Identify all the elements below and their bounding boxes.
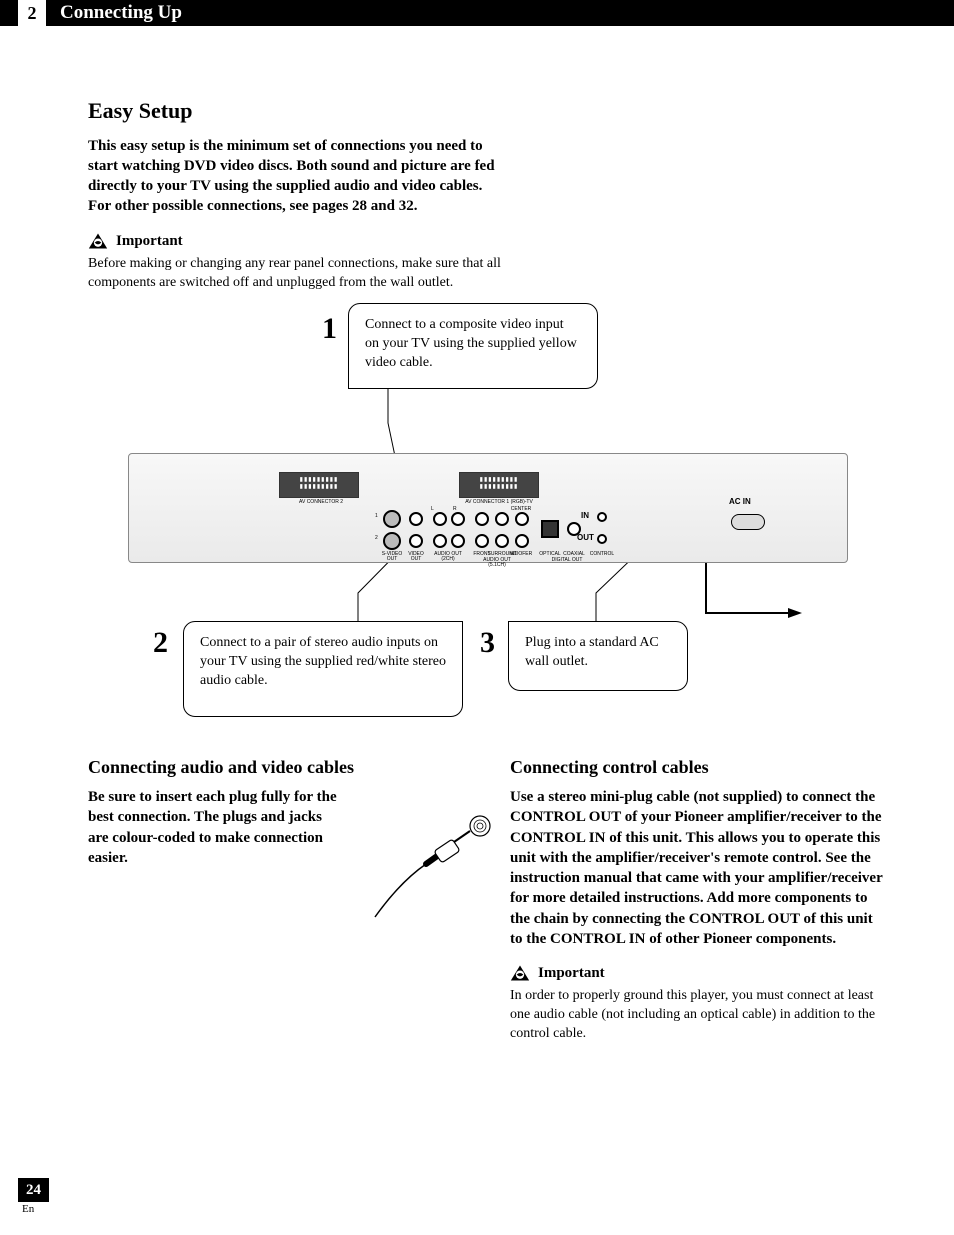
label-center: CENTER [509,507,533,512]
intro-page-ref: pages 28 and 32. [312,198,417,214]
label-av2: AV CONNECTOR 2 [281,500,361,505]
label-woofer: WOOFER [509,552,533,557]
audio2ch-l2 [433,534,447,548]
svideo-jack-1 [383,510,401,528]
optical-out [541,520,559,538]
important-text: Before making or changing any rear panel… [88,255,528,293]
front-l [475,512,489,526]
rca-plug-illustration [370,812,500,922]
control-out [597,534,607,544]
scart-connector-2: ▮▮▮▮▮▮▮▮▮▮▮▮▮▮▮▮▮▮ [279,472,359,498]
left-heading: Connecting audio and video cables [88,755,462,779]
audio2ch-l [433,512,447,526]
rb2: of your Pioneer amplifier/receiver to th… [621,809,881,825]
audio2ch-r [451,512,465,526]
chapter-title: Connecting Up [60,0,182,26]
label-audio51: AUDIO OUT (5.1CH) [475,558,519,568]
section-intro: This easy setup is the minimum set of co… [88,136,508,217]
intro-text: This easy setup is the minimum set of co… [88,138,495,215]
callout-1-number: 1 [322,309,337,350]
label-audio2ch: AUDIO OUT (2CH) [429,552,467,562]
right-body: Use a stereo mini-plug cable (not suppli… [510,787,884,949]
important-label-2: Important [538,963,605,983]
label-l1: L [431,507,434,512]
label-row2: 2 [375,536,378,541]
label-coaxial: COAXIAL [561,552,587,557]
device-rear-panel: ▮▮▮▮▮▮▮▮▮▮▮▮▮▮▮▮▮▮ AV CONNECTOR 2 ▮▮▮▮▮▮… [128,453,848,563]
rb-co: CONTROL OUT [510,809,621,825]
label-acin: AC IN [729,498,751,506]
page-footer: 24 En [18,1178,49,1217]
surround-l [495,512,509,526]
setup-diagram: 1 Connect to a composite video input on … [88,303,884,743]
label-av1: AV CONNECTOR 1 (RGB)-TV [451,500,547,505]
label-r1: R [453,507,457,512]
page-number: 24 [18,1178,49,1202]
video-out-1 [409,512,423,526]
label-in: IN [581,512,589,520]
rb-co2: CONTROL OUT [689,911,800,927]
callout-2: Connect to a pair of stereo audio inputs… [183,621,463,717]
right-heading: Connecting control cables [510,755,884,779]
warning-icon [88,232,108,250]
audio2ch-r2 [451,534,465,548]
control-in [597,512,607,522]
surround-r [495,534,509,548]
label-row1: 1 [375,514,378,519]
front-r [475,534,489,548]
callout-2-number: 2 [153,623,168,664]
label-optical: OPTICAL [537,552,563,557]
warning-icon [510,964,530,982]
chapter-header: 2 Connecting Up [0,0,954,26]
rb1: Use a stereo mini-plug cable (not suppli… [510,789,875,805]
woofer-jack [515,534,529,548]
label-digital: DIGITAL OUT [545,558,589,563]
ac-inlet [731,514,765,530]
important-text-2: In order to properly ground this player,… [510,987,884,1044]
language-code: En [22,1202,49,1217]
important-label: Important [116,231,183,251]
video-out-2 [409,534,423,548]
center-jack [515,512,529,526]
important-heading: Important [88,231,884,251]
important-heading-2: Important [510,963,884,983]
callout-3: Plug into a standard AC wall outlet. [508,621,688,691]
rb5: of other Pioneer components. [645,931,836,947]
left-body: Be sure to insert each plug fully for th… [88,787,338,868]
label-control: CONTROL [587,552,617,557]
label-video: VIDEO OUT [403,552,429,562]
rb-ci2: CONTROL IN [550,931,645,947]
svideo-jack-2 [383,532,401,550]
label-out: OUT [577,534,594,542]
scart-connector-1: ▮▮▮▮▮▮▮▮▮▮▮▮▮▮▮▮▮▮ [459,472,539,498]
chapter-number: 2 [18,0,46,26]
section-title: Easy Setup [88,96,884,126]
callout-1: Connect to a composite video input on yo… [348,303,598,389]
callout-3-number: 3 [480,623,495,664]
rb-ci: CONTROL IN [510,830,605,846]
right-column: Connecting control cables Use a stereo m… [510,755,884,1044]
